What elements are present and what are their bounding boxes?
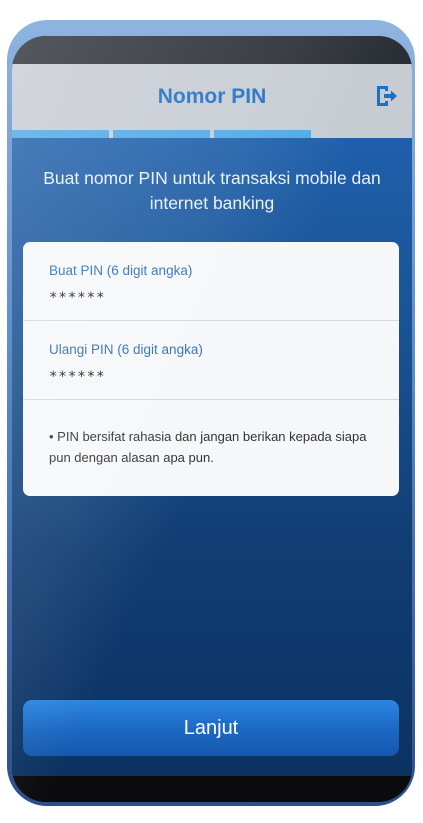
status-bar <box>12 36 412 64</box>
progress-step <box>113 130 210 138</box>
repeat-pin-field[interactable]: Ulangi PIN (6 digit angka) ****** <box>23 321 399 400</box>
page-title: Nomor PIN <box>157 85 267 108</box>
pin-note: • PIN bersifat rahasia dan jangan berika… <box>49 429 367 465</box>
phone-screen: Nomor PIN Buat nomor PIN untuk transaksi… <box>12 36 412 802</box>
bottom-bar <box>12 776 412 802</box>
progress-step <box>214 130 311 138</box>
create-pin-field[interactable]: Buat PIN (6 digit angka) ****** <box>23 242 399 321</box>
repeat-pin-input[interactable]: ****** <box>49 369 106 385</box>
repeat-pin-label: Ulangi PIN (6 digit angka) <box>49 342 203 357</box>
continue-button[interactable]: Lanjut <box>23 700 399 756</box>
instruction-text: Buat nomor PIN untuk transaksi mobile da… <box>43 168 381 213</box>
create-pin-input[interactable]: ****** <box>49 290 106 306</box>
progress-step <box>315 130 412 138</box>
app-header: Nomor PIN <box>12 64 412 130</box>
progress-step <box>12 130 109 138</box>
pin-form-card: Buat PIN (6 digit angka) ****** Ulangi P… <box>23 242 399 496</box>
step-progress <box>12 130 412 138</box>
main-content: Buat nomor PIN untuk transaksi mobile da… <box>12 138 412 776</box>
create-pin-label: Buat PIN (6 digit angka) <box>49 263 193 278</box>
logout-icon[interactable] <box>374 84 398 108</box>
